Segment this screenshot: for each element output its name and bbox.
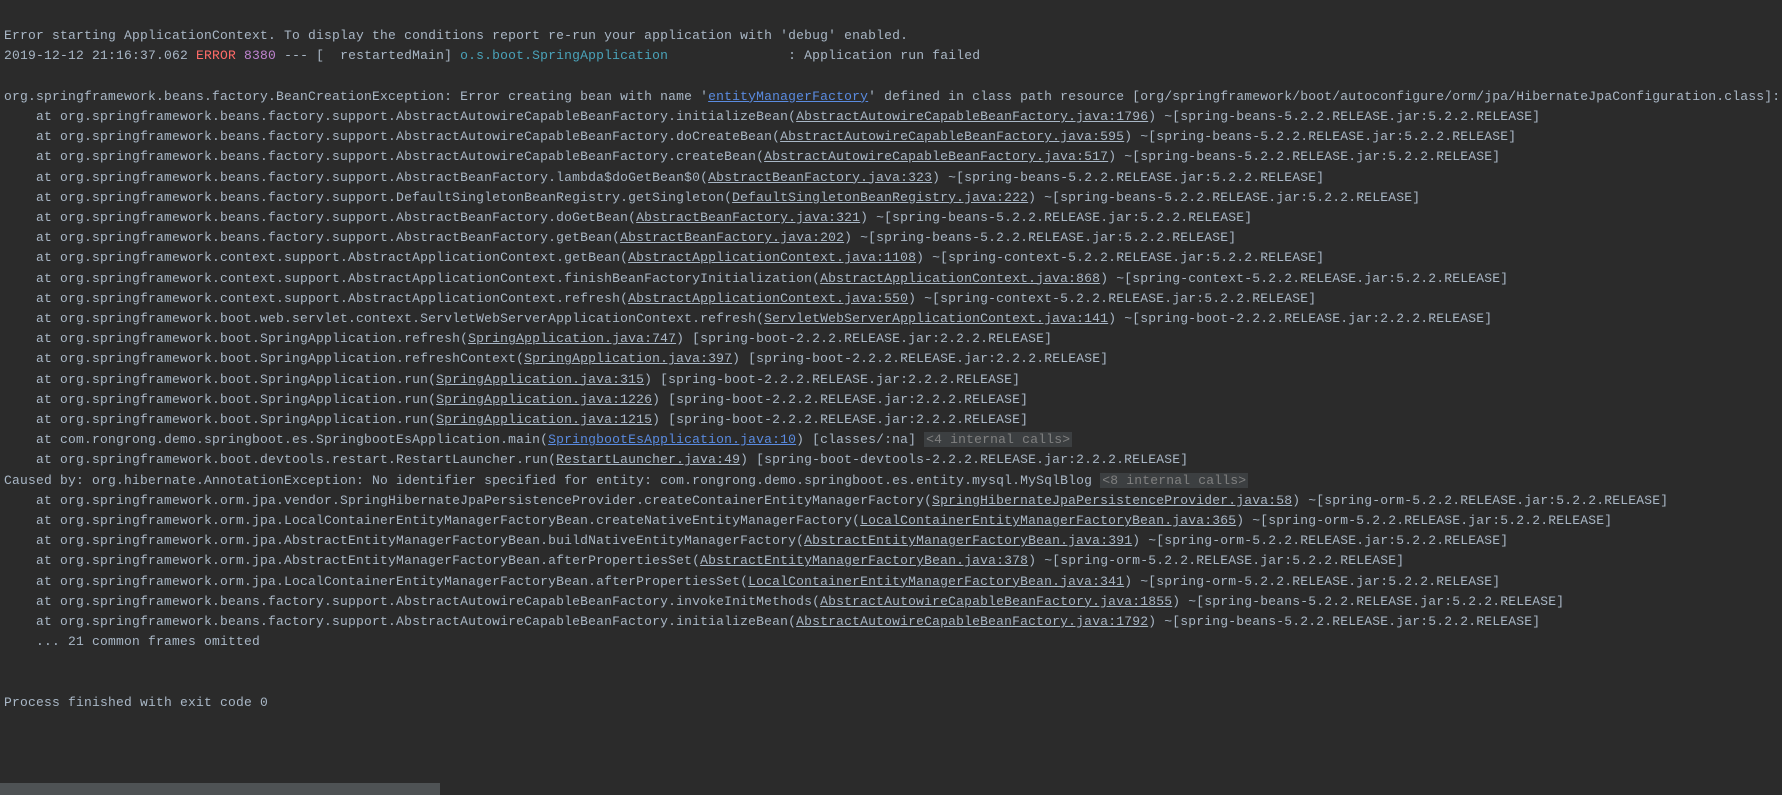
stack-frame: at org.springframework.context.support.A… [4, 291, 628, 306]
source-link[interactable]: AbstractApplicationContext.java:550 [628, 291, 908, 306]
stack-frame-tail: ) ~[spring-beans-5.2.2.RELEASE.jar:5.2.2… [1124, 129, 1516, 144]
source-link[interactable]: SpringApplication.java:397 [524, 351, 732, 366]
source-link[interactable]: SpringApplication.java:315 [436, 372, 644, 387]
bean-name-link[interactable]: entityManagerFactory [708, 89, 868, 104]
stack-frame: at org.springframework.beans.factory.sup… [4, 594, 820, 609]
stack-frame: at org.springframework.beans.factory.sup… [4, 109, 796, 124]
stack-frame-tail: ) [spring-boot-devtools-2.2.2.RELEASE.ja… [740, 452, 1188, 467]
stack-frame: at org.springframework.boot.SpringApplic… [4, 331, 468, 346]
stack-frame-tail: ) [classes/:na] [796, 432, 924, 447]
stack-frame-tail: ) ~[spring-orm-5.2.2.RELEASE.jar:5.2.2.R… [1236, 513, 1612, 528]
stack-frame-tail: ) ~[spring-orm-5.2.2.RELEASE.jar:5.2.2.R… [1292, 493, 1668, 508]
exception-post: ' defined in class path resource [org/sp… [868, 89, 1780, 104]
intro-line: Error starting ApplicationContext. To di… [4, 28, 908, 43]
stack-frame: at org.springframework.boot.SpringApplic… [4, 392, 436, 407]
stack-frame: at org.springframework.orm.jpa.AbstractE… [4, 533, 804, 548]
stack-frame-tail: ) ~[spring-context-5.2.2.RELEASE.jar:5.2… [908, 291, 1316, 306]
stack-frame: at org.springframework.beans.factory.sup… [4, 149, 764, 164]
stack-frame-tail: ) ~[spring-beans-5.2.2.RELEASE.jar:5.2.2… [932, 170, 1324, 185]
fold-internal-calls[interactable]: <8 internal calls> [1100, 473, 1248, 488]
stack-frame: at org.springframework.orm.jpa.LocalCont… [4, 574, 748, 589]
stack-frame-tail: ) [spring-boot-2.2.2.RELEASE.jar:2.2.2.R… [676, 331, 1052, 346]
source-link[interactable]: AbstractAutowireCapableBeanFactory.java:… [820, 594, 1172, 609]
stack-frame: at org.springframework.boot.SpringApplic… [4, 372, 436, 387]
frames-omitted: ... 21 common frames omitted [4, 634, 260, 649]
log-level-error: ERROR [196, 48, 236, 63]
source-link-main[interactable]: SpringbootEsApplication.java:10 [548, 432, 796, 447]
source-link[interactable]: AbstractAutowireCapableBeanFactory.java:… [780, 129, 1124, 144]
stack-frame-tail: ) ~[spring-orm-5.2.2.RELEASE.jar:5.2.2.R… [1124, 574, 1500, 589]
timestamp: 2019-12-12 21:16:37.062 [4, 48, 196, 63]
console-output[interactable]: Error starting ApplicationContext. To di… [0, 0, 1782, 713]
stack-frame-tail: ) ~[spring-orm-5.2.2.RELEASE.jar:5.2.2.R… [1132, 533, 1508, 548]
source-link[interactable]: AbstractApplicationContext.java:868 [820, 271, 1100, 286]
source-link[interactable]: SpringApplication.java:1226 [436, 392, 652, 407]
stack-frame-tail: ) ~[spring-beans-5.2.2.RELEASE.jar:5.2.2… [1148, 614, 1540, 629]
stack-frame: at org.springframework.beans.factory.sup… [4, 170, 708, 185]
stack-frame: at org.springframework.beans.factory.sup… [4, 210, 636, 225]
source-link[interactable]: AbstractEntityManagerFactoryBean.java:37… [700, 553, 1028, 568]
stack-frame: at com.rongrong.demo.springboot.es.Sprin… [4, 432, 548, 447]
stack-frame: at org.springframework.boot.SpringApplic… [4, 351, 524, 366]
source-link[interactable]: LocalContainerEntityManagerFactoryBean.j… [860, 513, 1236, 528]
source-link[interactable]: LocalContainerEntityManagerFactoryBean.j… [748, 574, 1124, 589]
exception-pre: org.springframework.beans.factory.BeanCr… [4, 89, 708, 104]
source-link[interactable]: SpringApplication.java:1215 [436, 412, 652, 427]
stack-frame: at org.springframework.orm.jpa.AbstractE… [4, 553, 700, 568]
stack-frame-tail: ) [spring-boot-2.2.2.RELEASE.jar:2.2.2.R… [652, 412, 1028, 427]
stack-frame-tail: ) [spring-boot-2.2.2.RELEASE.jar:2.2.2.R… [644, 372, 1020, 387]
source-link[interactable]: DefaultSingletonBeanRegistry.java:222 [732, 190, 1028, 205]
stack-frame: at org.springframework.beans.factory.sup… [4, 614, 796, 629]
stack-frame-tail: ) ~[spring-context-5.2.2.RELEASE.jar:5.2… [1100, 271, 1508, 286]
thread: --- [ restartedMain] [276, 48, 460, 63]
stack-frame-tail: ) ~[spring-boot-2.2.2.RELEASE.jar:2.2.2.… [1108, 311, 1492, 326]
source-link[interactable]: AbstractBeanFactory.java:323 [708, 170, 932, 185]
stack-frame-tail: ) ~[spring-orm-5.2.2.RELEASE.jar:5.2.2.R… [1028, 553, 1404, 568]
source-link[interactable]: SpringHibernateJpaPersistenceProvider.ja… [932, 493, 1292, 508]
stack-frame-tail: ) ~[spring-beans-5.2.2.RELEASE.jar:5.2.2… [1148, 109, 1540, 124]
stack-frame: at org.springframework.boot.web.servlet.… [4, 311, 764, 326]
stack-frame: at org.springframework.beans.factory.sup… [4, 129, 780, 144]
stack-frame-tail: ) [spring-boot-2.2.2.RELEASE.jar:2.2.2.R… [732, 351, 1108, 366]
stack-frame: at org.springframework.boot.devtools.res… [4, 452, 556, 467]
stack-frame: at org.springframework.context.support.A… [4, 250, 628, 265]
stack-frame: at org.springframework.beans.factory.sup… [4, 230, 620, 245]
stack-frame-tail: ) ~[spring-beans-5.2.2.RELEASE.jar:5.2.2… [844, 230, 1236, 245]
stack-frame-tail: ) ~[spring-beans-5.2.2.RELEASE.jar:5.2.2… [860, 210, 1252, 225]
source-link[interactable]: AbstractApplicationContext.java:1108 [628, 250, 916, 265]
stack-frame-tail: ) [spring-boot-2.2.2.RELEASE.jar:2.2.2.R… [652, 392, 1028, 407]
stack-frame: at org.springframework.boot.SpringApplic… [4, 412, 436, 427]
log-message: : Application run failed [788, 48, 980, 63]
horizontal-scroll-thumb[interactable] [0, 783, 440, 795]
pid: 8380 [236, 48, 276, 63]
source-link[interactable]: AbstractAutowireCapableBeanFactory.java:… [764, 149, 1108, 164]
source-link[interactable]: AbstractAutowireCapableBeanFactory.java:… [796, 109, 1148, 124]
stack-frame-tail: ) ~[spring-beans-5.2.2.RELEASE.jar:5.2.2… [1172, 594, 1564, 609]
source-link[interactable]: SpringApplication.java:747 [468, 331, 676, 346]
stack-frame: at org.springframework.beans.factory.sup… [4, 190, 732, 205]
stack-frame: at org.springframework.orm.jpa.LocalCont… [4, 513, 860, 528]
stack-frame-tail: ) ~[spring-beans-5.2.2.RELEASE.jar:5.2.2… [1108, 149, 1500, 164]
exit-code-line: Process finished with exit code 0 [4, 695, 268, 710]
source-link[interactable]: AbstractBeanFactory.java:202 [620, 230, 844, 245]
source-link[interactable]: AbstractAutowireCapableBeanFactory.java:… [796, 614, 1148, 629]
stack-frame: at org.springframework.context.support.A… [4, 271, 820, 286]
stack-frame-tail: ) ~[spring-beans-5.2.2.RELEASE.jar:5.2.2… [1028, 190, 1420, 205]
source-link[interactable]: AbstractBeanFactory.java:321 [636, 210, 860, 225]
fold-internal-calls[interactable]: <4 internal calls> [924, 432, 1072, 447]
logger-pad [668, 48, 788, 63]
stack-frame: at org.springframework.orm.jpa.vendor.Sp… [4, 493, 932, 508]
caused-by: Caused by: org.hibernate.AnnotationExcep… [4, 473, 1100, 488]
stack-frame-tail: ) ~[spring-context-5.2.2.RELEASE.jar:5.2… [916, 250, 1324, 265]
horizontal-scrollbar[interactable] [0, 783, 1782, 795]
logger-name: o.s.boot.SpringApplication [460, 48, 668, 63]
source-link[interactable]: AbstractEntityManagerFactoryBean.java:39… [804, 533, 1132, 548]
source-link[interactable]: ServletWebServerApplicationContext.java:… [764, 311, 1108, 326]
source-link[interactable]: RestartLauncher.java:49 [556, 452, 740, 467]
